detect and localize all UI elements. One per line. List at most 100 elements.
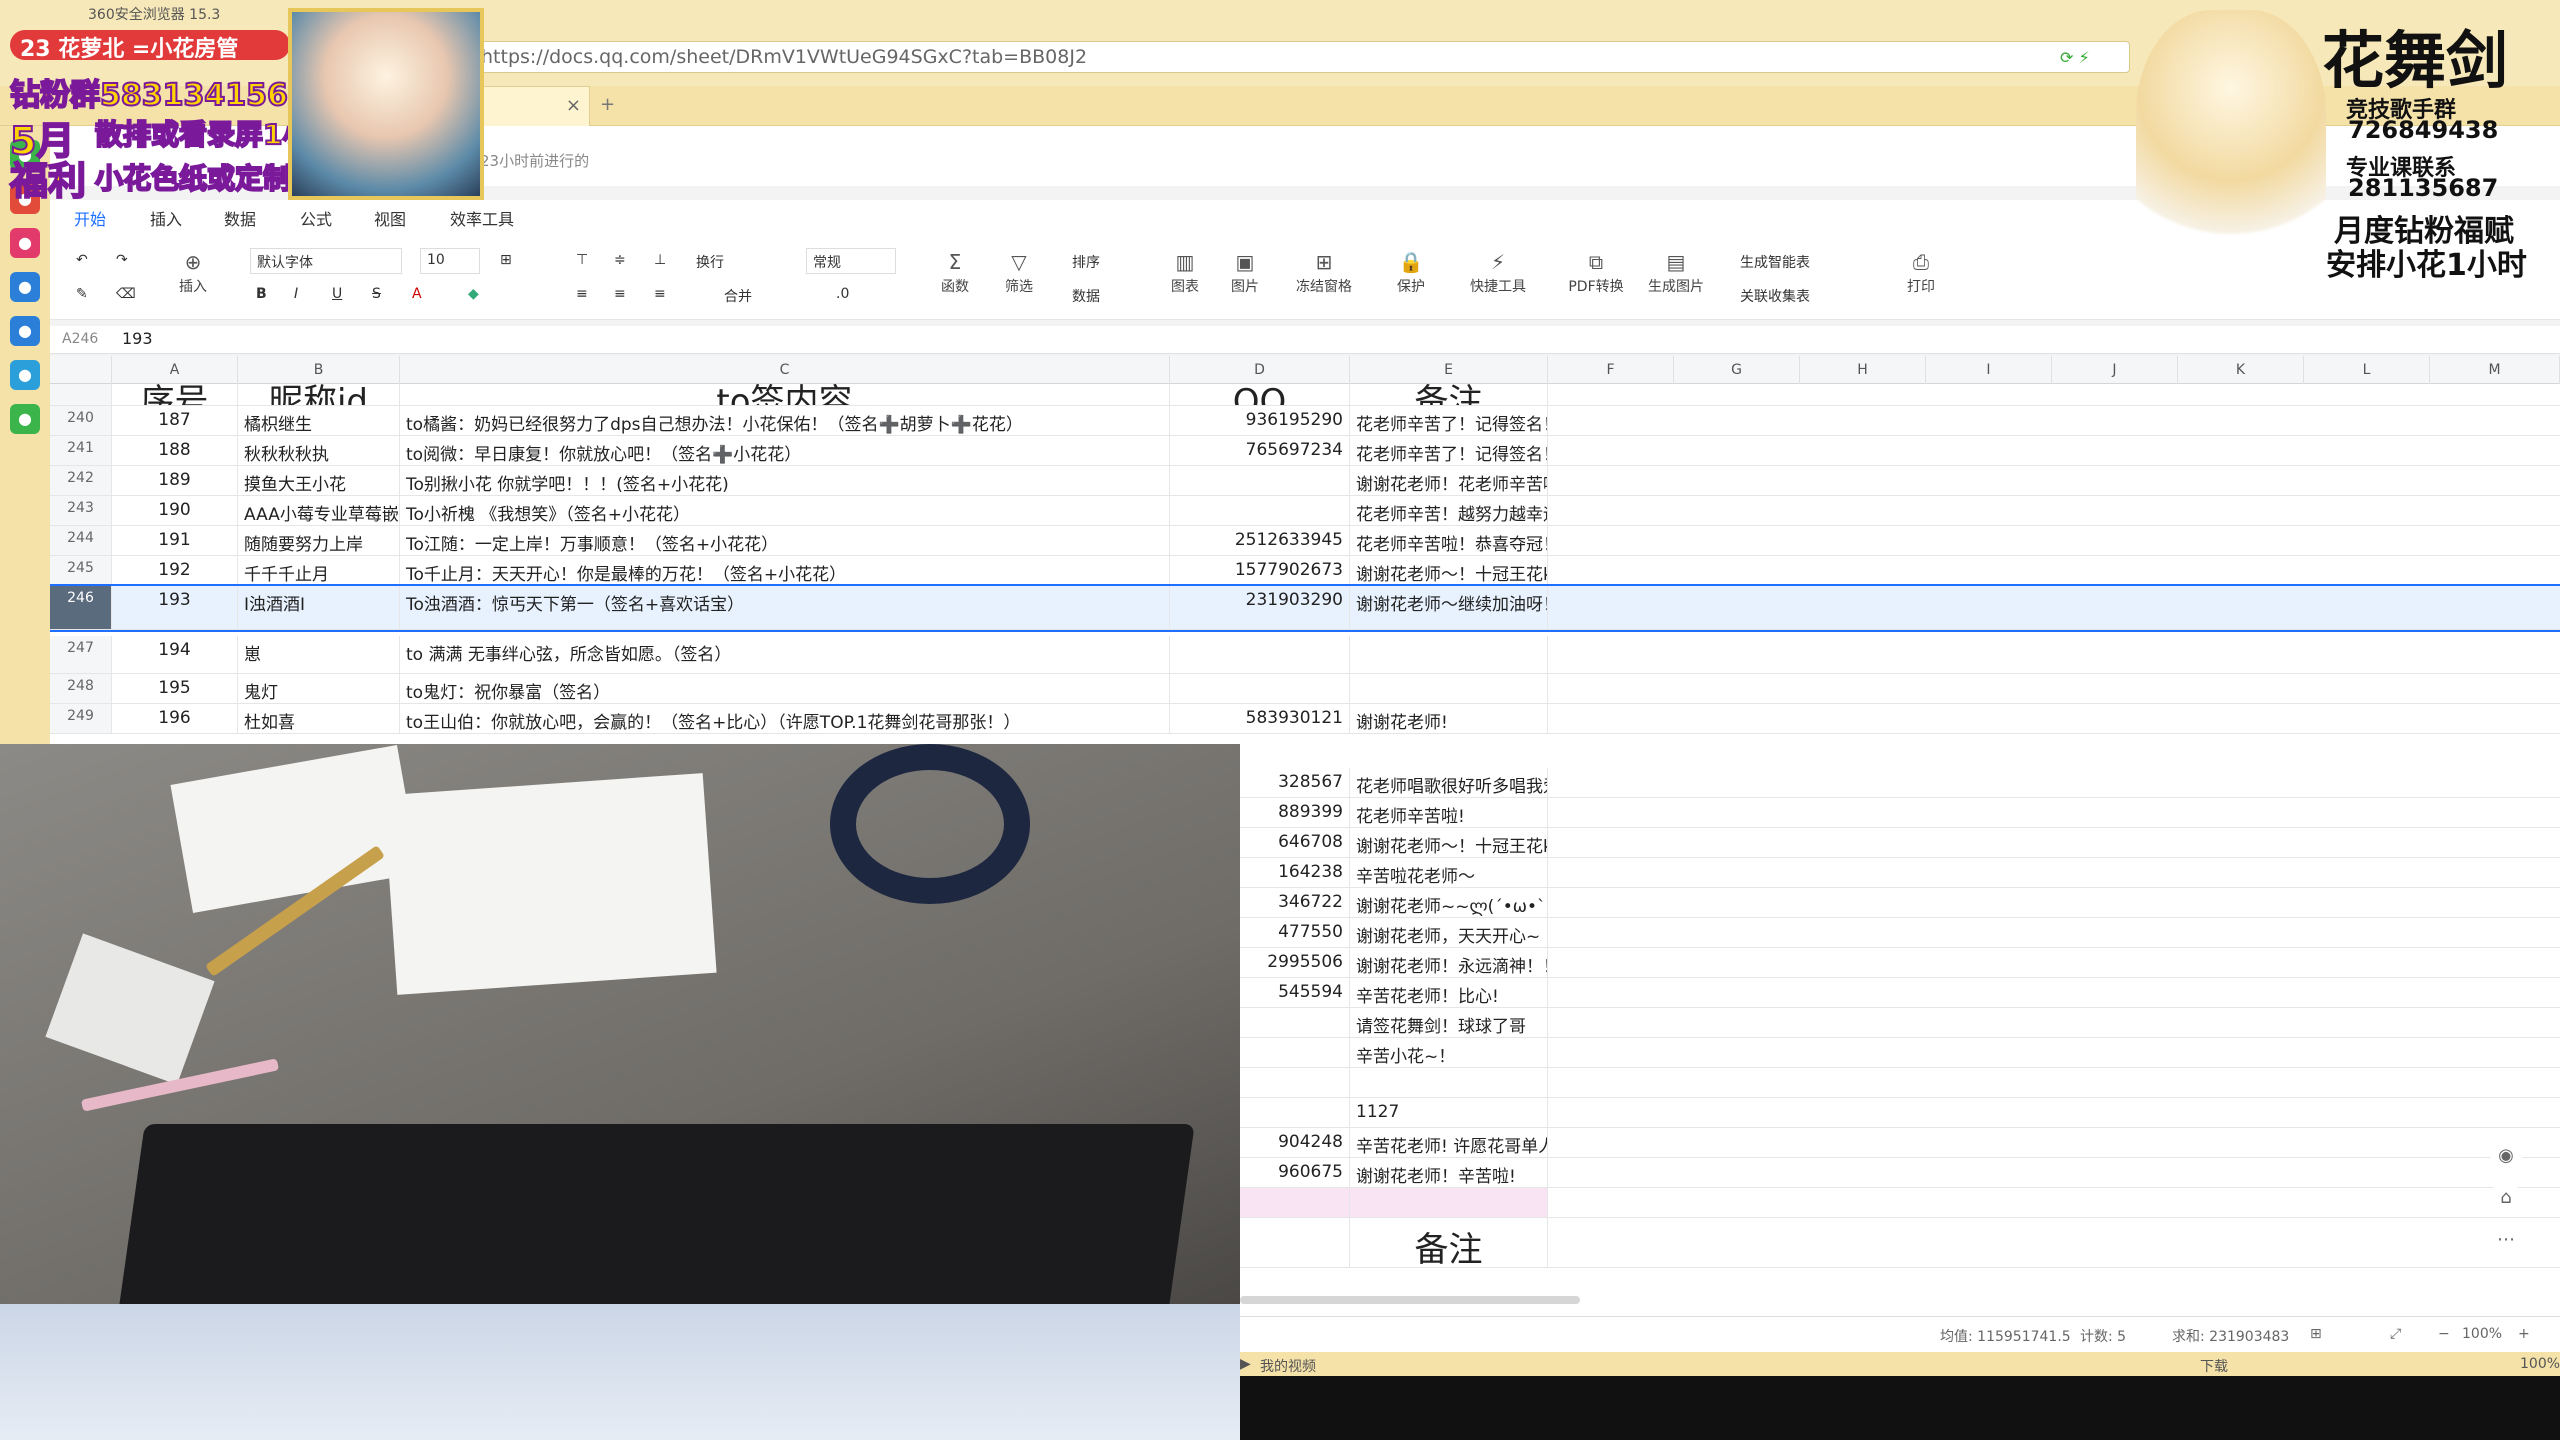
cell-content[interactable]: to 满满 无事绊心弦，所念皆如愿。（签名） <box>400 636 1170 673</box>
cell-qq[interactable]: 960675 <box>1240 1158 1350 1187</box>
cell-remark[interactable]: 辛苦啦花老师～ <box>1350 858 1548 887</box>
column-header-j[interactable]: J <box>2052 356 2178 384</box>
cell-qq[interactable] <box>1170 466 1350 495</box>
tab-sheet[interactable]: × <box>470 86 590 126</box>
generate-image-button[interactable]: ▤ 生成图片 <box>1636 248 1716 296</box>
column-header-g[interactable]: G <box>1674 356 1800 384</box>
table-row[interactable]: 241 188 秋秋秋秋执 to阅微：早日康复！你就放心吧！（签名➕小花花） 76569… <box>50 436 2560 466</box>
cell-qq[interactable]: 889399 <box>1240 798 1350 827</box>
sidebar-app-icon[interactable]: ● <box>10 272 40 302</box>
cell-qq[interactable]: 545594 <box>1240 978 1350 1007</box>
cell-remark[interactable]: 辛苦小花~！ <box>1350 1038 1548 1067</box>
menu-data[interactable]: 数据 <box>224 206 256 230</box>
cell-nickname[interactable]: AAA小莓专业草莓嵌 <box>238 496 400 525</box>
header-nickname[interactable]: 昵称id <box>238 384 400 405</box>
sidebar-app-icon[interactable]: ● <box>10 316 40 346</box>
cell-content[interactable]: To千止月：天天开心！你是最棒的万花！（签名+小花花） <box>400 556 1170 585</box>
table-row[interactable]: 243 190 AAA小莓专业草莓嵌 To小祈槐 《我想笑》（签名+小花花） 花老师辛苦… <box>50 496 2560 526</box>
my-video-link[interactable]: 我的视频 <box>1260 1356 1316 1376</box>
cell-qq[interactable]: 231903290 <box>1170 586 1350 629</box>
format-painter-icon[interactable]: ✎ <box>76 286 88 302</box>
table-row[interactable]: 240 187 橘枳继生 to橘酱：奶妈已经很努力了dps自己想办法！小花保佑！（签名… <box>50 406 2560 436</box>
cell-qq[interactable]: 765697234 <box>1170 436 1350 465</box>
cell-content[interactable]: to阅微：早日康复！你就放心吧！（签名➕小花花） <box>400 436 1170 465</box>
cell-qq[interactable] <box>1170 636 1350 673</box>
cell-index[interactable]: 188 <box>112 436 238 465</box>
data-button[interactable]: 数据 <box>1072 286 1100 306</box>
eraser-icon[interactable]: ⌫ <box>116 286 136 302</box>
view-toggle-icon[interactable]: ⊞ <box>2310 1326 2322 1342</box>
align-center-icon[interactable]: ≡ <box>614 286 626 302</box>
cell-qq[interactable]: 164238 <box>1240 858 1350 887</box>
video-icon[interactable]: ▶ <box>1240 1356 1251 1372</box>
table-row[interactable]: 245 192 千千千止月 To千止月：天天开心！你是最棒的万花！（签名+小花花） 15… <box>50 556 2560 586</box>
cell-remark[interactable]: 花老师唱歌很好听多唱我爱听! <box>1350 768 1548 797</box>
zoom-level[interactable]: 100% <box>2462 1326 2502 1342</box>
column-header-c[interactable]: C <box>400 356 1170 384</box>
cell-remark[interactable]: 辛苦花老师！比心! <box>1350 978 1548 1007</box>
number-format-select[interactable]: 常规 <box>806 248 896 274</box>
sidebar-app-icon[interactable]: ● <box>10 404 40 434</box>
align-left-icon[interactable]: ≡ <box>576 286 588 302</box>
cell-remark[interactable]: 花老师辛苦了！记得签名！ <box>1350 436 1548 465</box>
cell-qq[interactable]: 346722 <box>1240 888 1350 917</box>
cell-reference[interactable]: A246 <box>62 331 98 347</box>
merge-button[interactable]: 合并 <box>724 286 752 306</box>
cell-remark[interactable]: 谢谢花老师～继续加油呀！ <box>1350 586 1548 629</box>
browser-zoom[interactable]: 100% <box>2520 1356 2560 1372</box>
cell-remark[interactable]: 请签花舞剑！球球了哥 <box>1350 1008 1548 1037</box>
cell-qq[interactable]: 646708 <box>1240 828 1350 857</box>
function-button[interactable]: Σ 函数 <box>930 248 980 296</box>
cell-nickname[interactable]: 杜如喜 <box>238 704 400 733</box>
smart-table-button[interactable]: 生成智能表 <box>1740 252 1810 272</box>
formula-bar[interactable]: A246 193 <box>50 326 2560 354</box>
cell-remark[interactable]: 谢谢花老师！永远滴神！！！ <box>1350 948 1548 977</box>
download-link[interactable]: 下载 <box>2200 1356 2228 1376</box>
row-number[interactable]: 249 <box>50 704 112 733</box>
cell-remark[interactable] <box>1350 1068 1548 1097</box>
cell-content[interactable]: To小祈槐 《我想笑》（签名+小花花） <box>400 496 1170 525</box>
cell-remark[interactable]: 谢谢花老师！花老师辛苦啦！！ <box>1350 466 1548 495</box>
fullscreen-icon[interactable]: ⤢ <box>2390 1326 2401 1342</box>
zoom-in-icon[interactable]: + <box>2518 1326 2530 1342</box>
column-header-b[interactable]: B <box>238 356 400 384</box>
cell-index[interactable]: 192 <box>112 556 238 585</box>
table-row[interactable]: 248 195 鬼灯 to鬼灯：祝你暴富（签名） <box>50 674 2560 704</box>
align-right-icon[interactable]: ≡ <box>654 286 666 302</box>
cell-index[interactable]: 190 <box>112 496 238 525</box>
cell-qq[interactable] <box>1240 1038 1350 1067</box>
cell-nickname[interactable]: 橘枳继生 <box>238 406 400 435</box>
cell-content[interactable]: To江随：一定上岸！万事顺意！（签名+小花花） <box>400 526 1170 555</box>
insert-button[interactable]: ⊕ 插入 <box>168 248 218 296</box>
column-header-h[interactable]: H <box>1800 356 1926 384</box>
cell-nickname[interactable]: 秋秋秋秋执 <box>238 436 400 465</box>
underline-icon[interactable]: U <box>332 286 342 302</box>
cell-index[interactable]: 191 <box>112 526 238 555</box>
cell-qq[interactable]: 2995506 <box>1240 948 1350 977</box>
row-number[interactable]: 247 <box>50 636 112 673</box>
sort-button[interactable]: 排序 <box>1072 252 1100 272</box>
cell-remark[interactable] <box>1350 1188 1548 1217</box>
cell-nickname[interactable]: 随随要努力上岸 <box>238 526 400 555</box>
cell-nickname[interactable]: I浊酒酒I <box>238 586 400 629</box>
shirt-icon[interactable]: ⌂ <box>2490 1182 2522 1214</box>
strikethrough-icon[interactable]: S <box>372 286 381 302</box>
cell-content[interactable]: To别揪小花 你就学吧！！！(签名+小花花) <box>400 466 1170 495</box>
table-row[interactable]: 244 191 随随要努力上岸 To江随：一定上岸！万事顺意！（签名+小花花） 2512… <box>50 526 2560 556</box>
cell-remark[interactable] <box>1350 636 1548 673</box>
menu-view[interactable]: 视图 <box>374 206 406 230</box>
cell-nickname[interactable]: 摸鱼大王小花 <box>238 466 400 495</box>
cell-nickname[interactable]: 崽 <box>238 636 400 673</box>
cell-qq[interactable]: 328567 <box>1240 768 1350 797</box>
cell-qq[interactable] <box>1170 496 1350 525</box>
cell-remark[interactable]: 1127 <box>1350 1098 1548 1127</box>
zoom-out-icon[interactable]: − <box>2438 1326 2450 1342</box>
cell-qq[interactable] <box>1240 1218 1350 1267</box>
sidebar-app-icon[interactable]: ● <box>10 228 40 258</box>
cell-qq[interactable]: 2512633945 <box>1170 526 1350 555</box>
cell-remark[interactable]: 谢谢花老师～！十冠王花king! <box>1350 828 1548 857</box>
pdf-convert-button[interactable]: ⧉ PDF转换 <box>1556 248 1636 296</box>
font-select[interactable]: 默认字体 <box>250 248 402 274</box>
italic-icon[interactable]: I <box>294 286 298 302</box>
column-header-a[interactable]: A <box>112 356 238 384</box>
